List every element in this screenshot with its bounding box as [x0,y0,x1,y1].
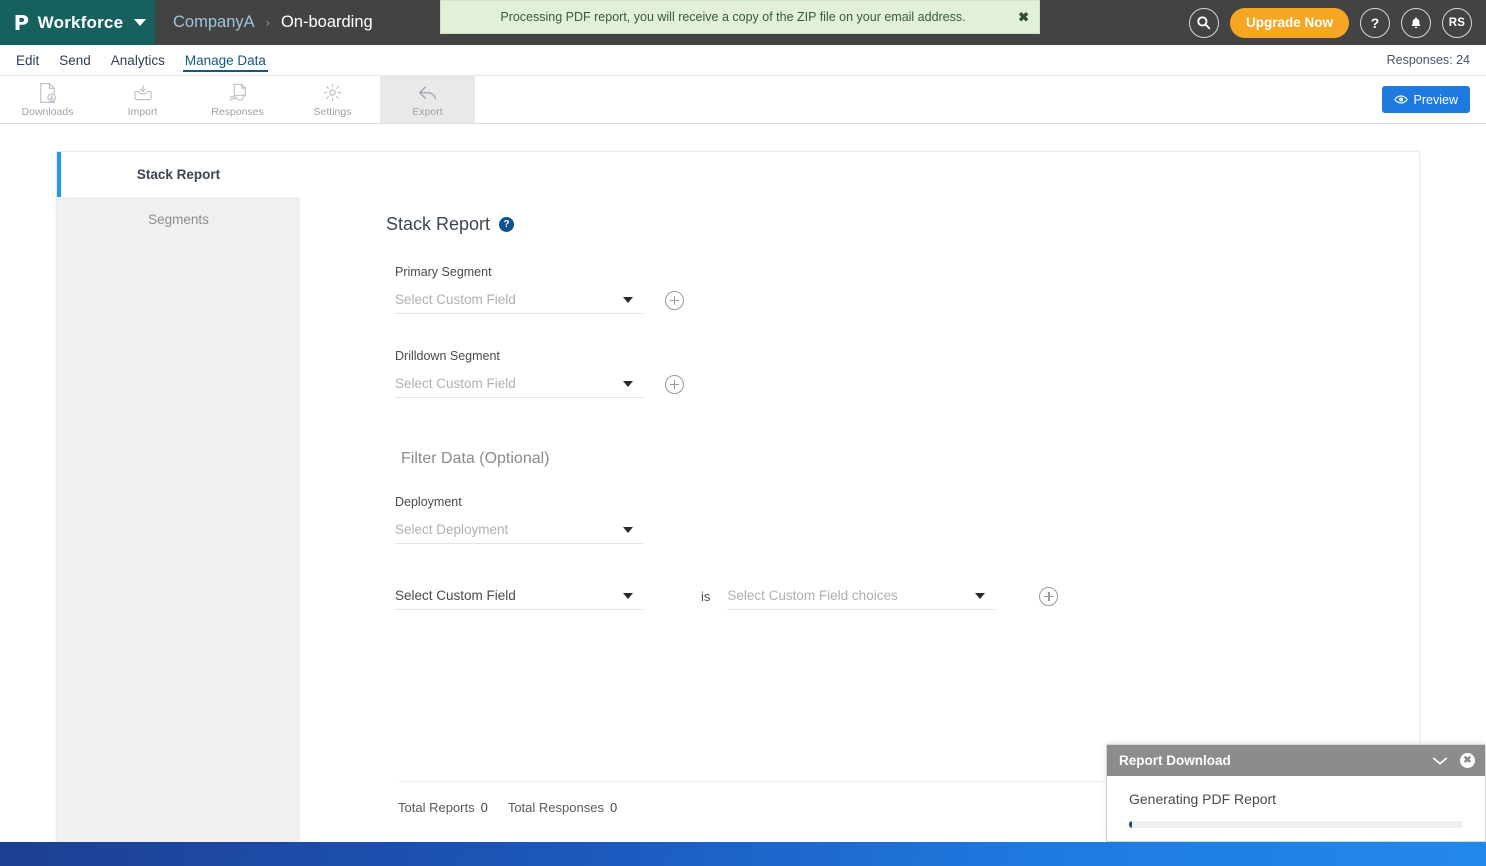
deployment-value: Select Deployment [395,522,509,537]
report-sidebar: Stack Report Segments [57,152,300,846]
upgrade-now-button[interactable]: Upgrade Now [1229,7,1349,38]
breadcrumb-current-label: On-boarding [280,13,373,31]
drilldown-segment-value: Select Custom Field [395,376,516,391]
brand-home-button[interactable]: P Workforce [0,0,155,45]
chevron-down-icon [623,381,633,387]
toolbar-item-export[interactable]: Export [380,76,475,123]
toolbar-item-downloads[interactable]: Downloads [0,76,95,123]
toolbar-label-import: Import [127,105,158,118]
gear-icon [322,82,343,104]
drilldown-segment-select[interactable]: Select Custom Field [395,370,643,398]
avatar[interactable]: RS [1442,7,1472,38]
help-icon[interactable]: ? [1360,7,1390,38]
add-primary-segment-icon[interactable] [665,290,684,310]
drilldown-segment-group: Drilldown Segment Select Custom Field [395,349,684,398]
toolbar-label-responses: Responses [211,105,264,118]
deployment-group: Deployment Select Deployment [395,495,643,544]
add-filter-condition-icon[interactable] [1039,586,1059,606]
page-title: Stack Report ? [386,214,515,235]
nav-tab-edit[interactable]: Edit [6,45,49,76]
stack-report-form: Stack Report ? Primary Segment Select Cu… [300,152,1419,844]
stack-report-card: Stack Report Segments Stack Report ? Pri… [56,151,1420,846]
primary-segment-group: Primary Segment Select Custom Field [395,265,684,314]
deployment-label: Deployment [395,495,462,509]
report-download-body: Generating PDF Report [1107,776,1485,828]
toast-close-icon[interactable]: ✖ [1018,11,1029,24]
filter-field-select[interactable]: Select Custom Field [395,582,643,610]
add-drilldown-segment-icon[interactable] [665,374,684,394]
toolbar-label-export: Export [412,105,443,118]
sidebar-item-segments[interactable]: Segments [57,197,300,242]
chevron-down-icon[interactable] [134,19,147,26]
report-download-progress [1129,821,1463,828]
primary-segment-value: Select Custom Field [395,292,516,307]
toast-notification: Processing PDF report, you will receive … [440,0,1040,34]
chevron-down-icon [623,527,633,533]
toolbar-label-downloads: Downloads [21,105,74,118]
filter-choices-select[interactable]: Select Custom Field choices [727,582,996,610]
breadcrumb: CompanyA › On-boarding [155,0,373,45]
eye-icon [1393,95,1408,104]
export-arrow-icon [416,82,439,104]
preview-button-label: Preview [1413,92,1458,107]
help-icon[interactable]: ? [499,217,515,232]
filter-operator-label: is [701,588,711,604]
deployment-select[interactable]: Select Deployment [395,516,643,544]
search-icon[interactable] [1188,7,1219,38]
report-download-panel: Report Download ✖ Generating PDF Report [1106,744,1486,842]
page-content: Stack Report Segments Stack Report ? Pri… [0,124,1486,846]
manage-data-toolbar: Downloads Import Responses Settings Expo… [0,76,1486,124]
nav-tab-manage-data[interactable]: Manage Data [175,45,276,76]
report-download-header: Report Download ✖ [1107,745,1485,776]
top-bar-actions: Upgrade Now ? RS [1188,0,1472,45]
bell-icon[interactable] [1401,7,1431,38]
main-nav: Edit Send Analytics Manage Data Response… [0,45,1486,76]
primary-segment-label: Primary Segment [395,265,492,279]
preview-button[interactable]: Preview [1381,86,1470,113]
responses-count-label: Responses: 24 [1386,53,1470,67]
nav-tab-send[interactable]: Send [49,45,101,76]
product-logo-icon: P [13,10,30,35]
close-icon[interactable]: ✖ [1460,753,1475,768]
chevron-down-icon [623,297,633,303]
chevron-down-icon[interactable] [1432,756,1448,766]
top-bar: P Workforce CompanyA › On-boarding Proce… [0,0,1486,45]
drilldown-segment-label: Drilldown Segment [395,349,500,363]
total-responses-label: Total Responses [507,800,604,815]
breadcrumb-separator-icon: › [265,15,270,30]
sidebar-item-stack-report[interactable]: Stack Report [57,152,300,197]
bottom-accent-strip [0,842,1486,866]
toolbar-label-settings: Settings [313,105,352,118]
report-download-progress-fill [1129,821,1133,828]
report-download-title: Report Download [1119,753,1231,768]
primary-segment-select[interactable]: Select Custom Field [395,286,643,314]
chevron-down-icon [623,593,633,599]
breadcrumb-company-link[interactable]: CompanyA [173,13,255,32]
nav-tab-analytics[interactable]: Analytics [101,45,175,76]
responses-hand-icon [227,82,249,104]
filter-field-value: Select Custom Field [395,588,516,603]
file-download-icon [37,82,58,104]
total-reports-value: 0 [480,800,488,815]
toolbar-item-responses[interactable]: Responses [190,76,285,123]
product-name-label: Workforce [37,12,124,32]
filter-condition-row: Select Custom Field is Select Custom Fie… [395,582,1059,610]
toolbar-item-import[interactable]: Import [95,76,190,123]
toast-message: Processing PDF report, you will receive … [500,10,966,24]
filter-section-title: Filter Data (Optional) [401,450,550,467]
close-icon-glyph: ✖ [1460,753,1475,768]
page-title-text: Stack Report [386,214,491,234]
totals-summary: Total Reports 0 Total Responses 0 [398,800,617,815]
app-root: P Workforce CompanyA › On-boarding Proce… [0,0,1486,866]
report-download-status: Generating PDF Report [1129,791,1277,807]
filter-choices-value: Select Custom Field choices [727,588,898,603]
toolbar-item-settings[interactable]: Settings [285,76,380,123]
total-responses-value: 0 [609,800,618,815]
chevron-down-icon [975,593,986,599]
total-reports-label: Total Reports [398,800,475,815]
import-tray-icon [132,82,154,104]
